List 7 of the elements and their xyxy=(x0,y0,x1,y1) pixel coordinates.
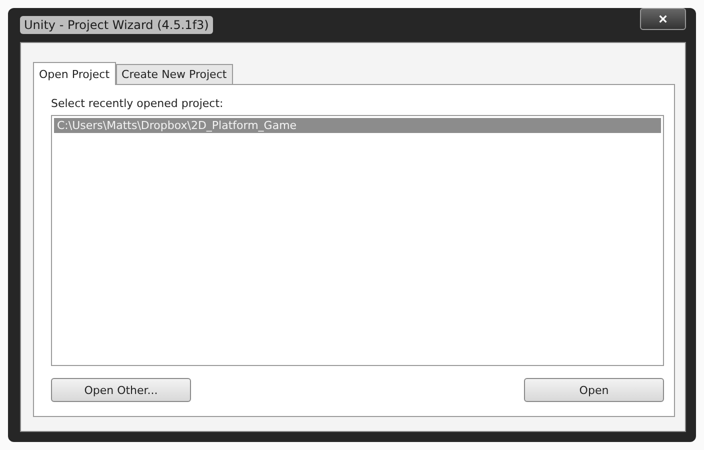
open-button[interactable]: Open xyxy=(524,378,664,402)
close-button[interactable]: × xyxy=(640,8,686,30)
window-title: Unity - Project Wizard (4.5.1f3) xyxy=(20,16,213,34)
tab[interactable]: Create New Project xyxy=(116,64,233,84)
tab[interactable]: Open Project xyxy=(33,62,116,85)
open-other-button[interactable]: Open Other... xyxy=(51,378,191,402)
list-label: Select recently opened project: xyxy=(51,97,224,110)
